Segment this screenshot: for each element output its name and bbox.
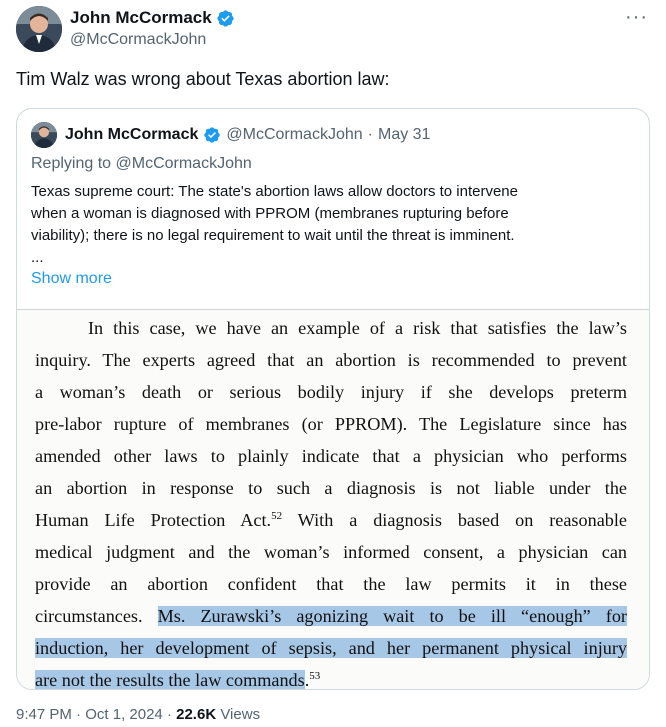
document-line: In this case, we have an example of a ri…: [88, 318, 627, 338]
footnote-marker: 52: [271, 510, 283, 522]
document-line: pre-labor rupture of membranes (or PPROM…: [35, 414, 627, 434]
quoted-author-handle: @McCormackJohn: [226, 126, 363, 143]
highlighted-text: Ms. Zurawski’s agonizing wait to be ill …: [157, 606, 627, 626]
document-line: Human Life Protection Act.52 With a diag…: [35, 505, 627, 535]
views-label: Views: [220, 706, 261, 723]
tweet-time[interactable]: 9:47 PM: [16, 706, 72, 723]
quoted-text-line: when a woman is diagnosed with PPROM (me…: [31, 205, 509, 222]
quoted-text-line: viability); there is no legal requiremen…: [31, 227, 515, 244]
separator-dot: ·: [76, 706, 82, 723]
document-image[interactable]: In this case, we have an example of a ri…: [17, 309, 649, 690]
tweet-meta: 9:47 PM · Oct 1, 2024 · 22.6K Views: [16, 706, 260, 723]
author-avatar[interactable]: [16, 6, 62, 52]
verified-badge-icon: [217, 9, 234, 27]
quoted-date: May 31: [377, 126, 431, 143]
document-text: Human Life Protection Act.: [35, 510, 272, 530]
document-line: a woman’s death or serious bodily injury…: [35, 382, 627, 402]
quoted-author-name: John McCormack: [65, 126, 199, 143]
views-count[interactable]: 22.6K: [176, 706, 216, 723]
document-line: induction, her development of sepsis, an…: [35, 633, 627, 663]
quoted-text: Texas supreme court: The state's abortio…: [31, 181, 631, 269]
show-more-link[interactable]: Show more: [31, 270, 112, 288]
document-text: With a diagnosis based on reasonable: [282, 510, 627, 530]
document-line: provide an abortion confident that the l…: [35, 574, 627, 594]
separator-dot: ·: [166, 706, 172, 723]
replying-to: Replying to @McCormackJohn: [31, 155, 252, 172]
document-line: amended other laws to plainly indicate t…: [35, 446, 627, 466]
tweet-date[interactable]: Oct 1, 2024: [85, 706, 163, 723]
highlighted-text: induction, her development of sepsis, an…: [35, 638, 627, 658]
document-line: an abortion in response to such a diagno…: [35, 478, 627, 498]
document-line: medical judgment and the woman’s informe…: [35, 542, 627, 562]
author-handle[interactable]: @McCormackJohn: [70, 31, 206, 49]
verified-badge-icon: [204, 127, 221, 143]
document-line: are not the results the law commands.53: [35, 665, 627, 690]
quoted-text-line: Texas supreme court: The state's abortio…: [31, 183, 518, 200]
document-line: circumstances. Ms. Zurawski’s agonizing …: [35, 601, 627, 631]
tweet-text: Tim Walz was wrong about Texas abortion …: [16, 69, 390, 89]
highlighted-text: are not the results the law commands: [35, 670, 305, 690]
quoted-tweet[interactable]: John McCormack @McCormackJohn · May 31 R…: [16, 108, 650, 690]
document-line: inquiry. The experts agreed that an abor…: [35, 350, 627, 370]
document-text: circumstances.: [35, 606, 158, 626]
quoted-author-avatar: [31, 122, 57, 148]
footnote-marker: 53: [309, 670, 321, 682]
author-name[interactable]: John McCormack: [70, 8, 212, 28]
separator-dot: ·: [367, 126, 373, 143]
tweet-header: John McCormack @McCormackJohn ···: [16, 4, 656, 56]
more-options-icon[interactable]: ···: [625, 7, 648, 27]
quoted-text-ellipsis: ...: [31, 249, 44, 266]
